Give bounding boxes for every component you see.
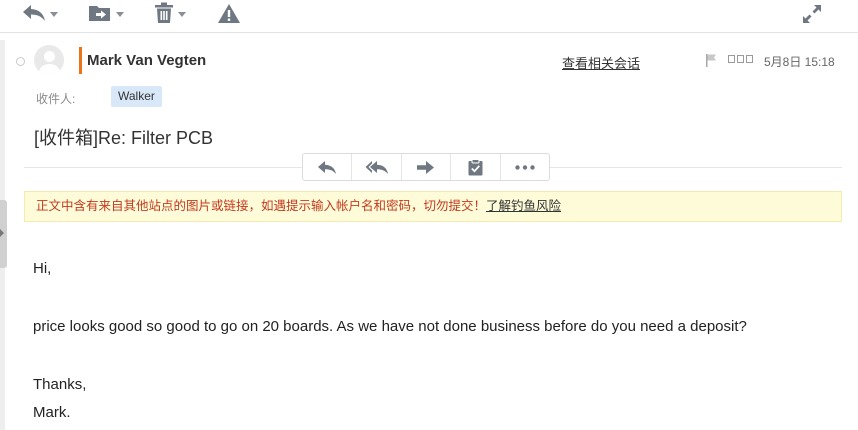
received-date: 5月8日 15:18 [764,55,835,69]
reply-button[interactable] [303,154,353,180]
report-spam-button[interactable] [217,0,241,26]
delete-dropdown-button[interactable] [154,0,186,26]
chevron-down-icon [178,11,186,17]
avatar [34,45,64,75]
chevron-down-icon [116,11,124,17]
warning-icon [218,3,240,23]
clipboard-icon [468,158,483,175]
avatar-head [44,51,55,62]
chevron-right-icon [0,229,4,237]
expand-icon [803,5,821,23]
delete-icon [155,2,173,23]
phishing-info-link[interactable]: 了解钓鱼风险 [486,199,561,213]
body-greeting: Hi, [33,260,52,277]
avatar-body [39,64,60,75]
recipient-chip[interactable]: Walker [111,86,162,107]
body-paragraph: price looks good so good to go on 20 boa… [33,318,747,335]
chevron-down-icon [50,11,58,17]
clipboard-button[interactable] [451,154,501,180]
move-icon [89,6,110,21]
reply-icon [318,160,337,174]
recipients-label: 收件人: [36,92,76,106]
view-conversation-link[interactable]: 查看相关会话 [562,53,640,72]
reply-icon [23,5,45,21]
flag-icon[interactable] [706,54,717,72]
reply-all-button[interactable] [352,154,402,180]
email-subject: [收件箱]Re: Filter PCB [34,128,214,148]
more-icon [515,164,535,170]
body-signature: Mark. [33,404,71,421]
sender-accent-bar [79,47,82,74]
phishing-warning-banner: 正文中含有来自其他站点的图片或链接，如遇提示输入帐户名和密码，切勿提交！了解钓鱼… [24,191,842,222]
reply-dropdown-button[interactable] [22,0,58,26]
action-toolbar [302,153,550,181]
reply-all-icon [365,160,388,174]
warning-text: 正文中含有来自其他站点的图片或链接，如遇提示输入帐户名和密码，切勿提交！ [36,199,487,213]
move-dropdown-button[interactable] [88,0,124,26]
placeholder-glyphs [728,55,753,63]
sender-name[interactable]: Mark Van Vegten [87,52,206,69]
forward-button[interactable] [402,154,452,180]
forward-icon [417,160,435,174]
toolbar-divider [0,32,858,33]
more-button[interactable] [501,154,549,180]
expand-button[interactable] [802,1,822,27]
select-radio[interactable] [16,57,25,66]
body-signoff: Thanks, [33,376,87,393]
